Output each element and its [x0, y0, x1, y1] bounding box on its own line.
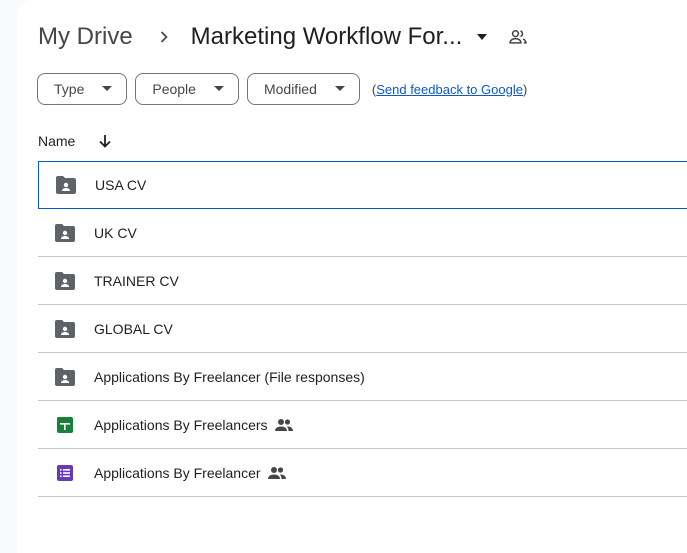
shared-folder-icon [55, 319, 75, 339]
file-name: Applications By Freelancer [94, 464, 261, 481]
chevron-right-icon [137, 21, 191, 53]
list-item[interactable]: UK CV [38, 209, 687, 257]
send-feedback-link[interactable]: Send feedback to Google [376, 82, 523, 97]
filter-modified-chip[interactable]: Modified [246, 73, 360, 105]
caret-down-icon [476, 33, 488, 41]
arrow-down-icon[interactable] [93, 129, 117, 153]
caret-down-icon [102, 86, 113, 92]
list-item[interactable]: Applications By Freelancers [38, 401, 687, 449]
column-header: Name [37, 124, 117, 158]
shared-folder-icon [55, 271, 75, 291]
filter-people-label: People [152, 81, 196, 97]
shared-people-icon[interactable] [508, 27, 528, 47]
breadcrumb: My Drive Marketing Workflow For... [37, 14, 687, 60]
list-item[interactable]: USA CV [38, 161, 687, 209]
list-item[interactable]: Applications By Freelancer [38, 449, 687, 497]
file-list: USA CV UK CV TRAINER CV GLOBAL CV Applic… [38, 161, 687, 497]
list-item[interactable]: Applications By Freelancer (File respons… [38, 353, 687, 401]
google-sheets-icon [55, 415, 75, 435]
feedback-text: (Send feedback to Google) [371, 81, 528, 97]
file-name: Applications By Freelancers [94, 416, 268, 433]
file-name: TRAINER CV [94, 272, 179, 289]
filter-modified-label: Modified [263, 81, 317, 97]
file-name: USA CV [95, 177, 147, 193]
shared-folder-icon [56, 175, 76, 195]
breadcrumb-current-folder[interactable]: Marketing Workflow For... [191, 21, 489, 53]
people-icon [274, 418, 293, 432]
shared-folder-icon [55, 367, 75, 387]
filter-bar: Type People Modified (Send feedback to G… [37, 73, 527, 105]
file-name: Applications By Freelancer (File respons… [94, 368, 365, 385]
list-item[interactable]: TRAINER CV [38, 257, 687, 305]
breadcrumb-current-label: Marketing Workflow For... [190, 23, 463, 50]
file-name: GLOBAL CV [94, 320, 173, 337]
file-name: UK CV [94, 224, 137, 241]
filter-type-chip[interactable]: Type [37, 73, 128, 105]
breadcrumb-my-drive[interactable]: My Drive [37, 21, 137, 53]
caret-down-icon [334, 86, 345, 92]
list-item[interactable]: GLOBAL CV [38, 305, 687, 353]
filter-type-label: Type [54, 81, 85, 97]
name-column-header[interactable]: Name [37, 133, 75, 149]
filter-people-chip[interactable]: People [135, 73, 239, 105]
people-icon [267, 466, 286, 480]
google-forms-icon [55, 463, 75, 483]
caret-down-icon [213, 86, 224, 92]
shared-folder-icon [55, 223, 75, 243]
